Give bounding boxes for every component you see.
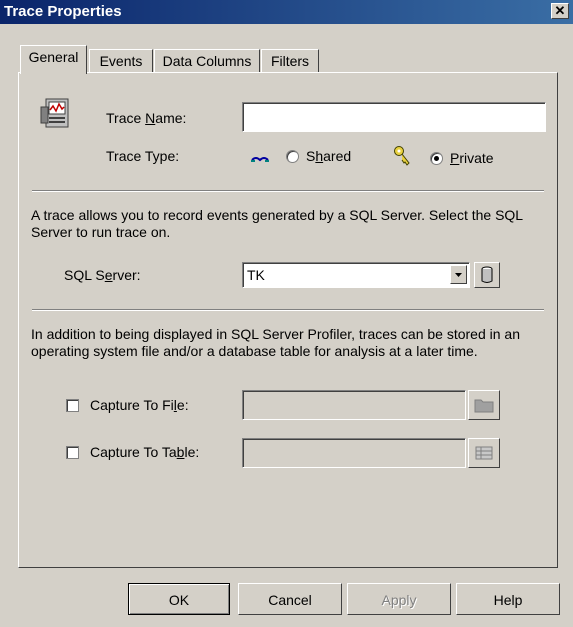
private-radio-label[interactable]: Private	[450, 150, 494, 166]
shared-radio-label[interactable]: Shared	[306, 148, 351, 164]
close-button[interactable]: ✕	[551, 3, 569, 19]
capture-table-checkbox[interactable]	[66, 446, 79, 459]
trace-name-input[interactable]	[242, 102, 546, 132]
file-browse-button[interactable]	[468, 390, 500, 420]
close-icon: ✕	[554, 3, 566, 18]
capture-file-checkbox[interactable]	[66, 399, 79, 412]
shared-trace-icon	[251, 157, 269, 162]
sql-server-select[interactable]: TK	[242, 262, 470, 288]
sql-server-label: SQL Server:	[64, 267, 141, 283]
shared-radio[interactable]	[286, 150, 299, 163]
capture-table-label[interactable]: Capture To Table:	[90, 444, 199, 460]
sql-server-dropdown-button[interactable]	[450, 265, 467, 284]
table-browse-button[interactable]	[468, 438, 500, 468]
separator	[32, 190, 544, 192]
window-title: Trace Properties	[4, 3, 122, 20]
ok-button[interactable]: OK	[128, 583, 230, 615]
trace-info-text: A trace allows you to record events gene…	[31, 207, 523, 240]
tab-filters[interactable]: Filters	[261, 49, 319, 73]
trace-name-label: Trace Name:	[106, 110, 187, 126]
cancel-button[interactable]: Cancel	[238, 583, 342, 615]
tab-events[interactable]: Events	[89, 49, 153, 73]
folder-browse-icon	[474, 399, 494, 413]
trace-properties-icon	[40, 98, 69, 128]
capture-table-input[interactable]	[242, 438, 466, 468]
private-radio[interactable]	[430, 152, 443, 165]
apply-button[interactable]: Apply	[347, 583, 451, 615]
server-browse-button[interactable]	[474, 262, 500, 288]
table-browse-icon	[475, 446, 493, 460]
storage-info-text: In addition to being displayed in SQL Se…	[31, 326, 520, 359]
private-key-icon	[394, 146, 410, 166]
tab-general[interactable]: General	[20, 45, 87, 74]
help-button[interactable]: Help	[456, 583, 560, 615]
tab-filters-label: Filters	[270, 53, 310, 69]
title-bar: Trace Properties ✕	[0, 0, 573, 24]
sql-server-value: TK	[247, 267, 265, 283]
tab-general-label: General	[28, 49, 79, 65]
trace-type-label: Trace Type:	[106, 148, 180, 164]
separator-2	[32, 309, 544, 311]
chevron-down-icon	[455, 273, 462, 277]
general-tab-panel	[18, 72, 558, 568]
capture-file-input[interactable]	[242, 390, 466, 420]
tab-data-columns[interactable]: Data Columns	[154, 49, 260, 73]
capture-file-label[interactable]: Capture To File:	[90, 397, 189, 413]
tab-data-columns-label: Data Columns	[162, 53, 252, 69]
tab-events-label: Events	[99, 53, 143, 69]
server-browse-icon	[481, 266, 493, 283]
